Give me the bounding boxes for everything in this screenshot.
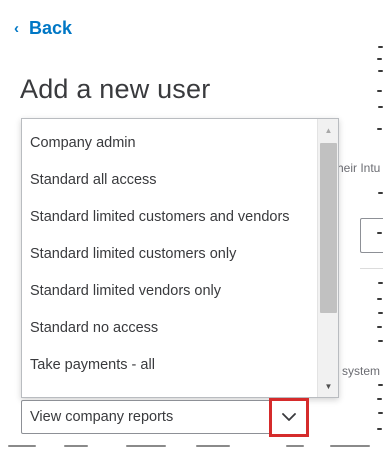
option-standard-limited-customers-only[interactable]: Standard limited customers only xyxy=(30,235,320,272)
background-partial-text: heir Intu xyxy=(337,161,381,175)
option-standard-limited-customers-and-vendors[interactable]: Standard limited customers and vendors xyxy=(30,198,320,235)
page-title: Add a new user xyxy=(20,74,211,104)
option-standard-no-access[interactable]: Standard no access xyxy=(30,309,320,346)
chevron-left-icon: ‹ xyxy=(14,20,19,37)
option-standard-limited-vendors-only[interactable]: Standard limited vendors only xyxy=(30,272,320,309)
chevron-down-icon xyxy=(282,413,296,421)
option-company-admin[interactable]: Company admin xyxy=(30,124,320,161)
triangle-down-icon[interactable]: ▼ xyxy=(318,377,338,395)
back-label: Back xyxy=(29,18,73,38)
role-select[interactable]: View company reports xyxy=(21,400,304,434)
scrollbar-thumb[interactable] xyxy=(320,143,337,313)
background-input-field xyxy=(360,218,383,253)
divider xyxy=(360,268,383,269)
dropdown-toggle-button[interactable] xyxy=(269,398,309,437)
option-standard-all-access[interactable]: Standard all access xyxy=(30,161,320,198)
option-take-payments-all[interactable]: Take payments - all xyxy=(30,346,320,383)
background-cutoff-row xyxy=(0,441,383,451)
dropdown-scrollbar[interactable]: ▲ ▼ xyxy=(317,119,338,397)
background-partial-text: system xyxy=(342,364,381,378)
role-dropdown-list[interactable]: Company admin Standard all access Standa… xyxy=(21,118,339,398)
back-link[interactable]: ‹ Back xyxy=(14,18,72,39)
triangle-up-icon[interactable]: ▲ xyxy=(318,121,338,139)
role-select-value: View company reports xyxy=(30,409,174,425)
